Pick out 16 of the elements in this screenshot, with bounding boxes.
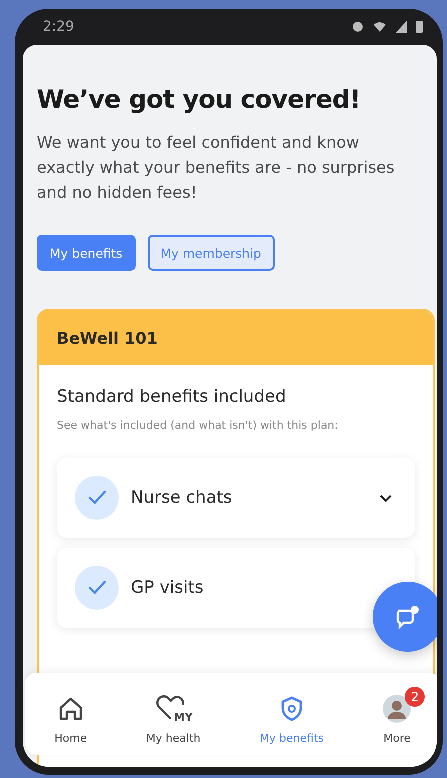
nav-item[interactable]: My benefits [244,684,340,744]
nav-item[interactable]: MY My health [130,684,217,744]
page-title: We’ve got you covered! [37,85,362,114]
benefit-label: Nurse chats [131,488,234,508]
section-subtitle: See what's included (and what isn't) with this plan: [57,419,340,432]
benefit-item[interactable]: Nurse chats [57,458,415,538]
nav-item[interactable]: 2 More [367,684,428,744]
section-heading: Standard benefits included [57,387,288,407]
intro-text: We want you to feel confident and know exactly what your benefits are - no surprises and no hidden fees! [37,132,396,204]
plan-name: BeWell 101 [57,328,158,348]
status-time: 2:29 [43,19,74,35]
tab[interactable]: My benefits [37,235,136,271]
notification-badge: 2 [405,686,426,706]
benefit-item[interactable]: GP visits [57,548,415,628]
benefit-label: GP visits [131,578,205,598]
nav-item[interactable]: Home [38,684,104,744]
